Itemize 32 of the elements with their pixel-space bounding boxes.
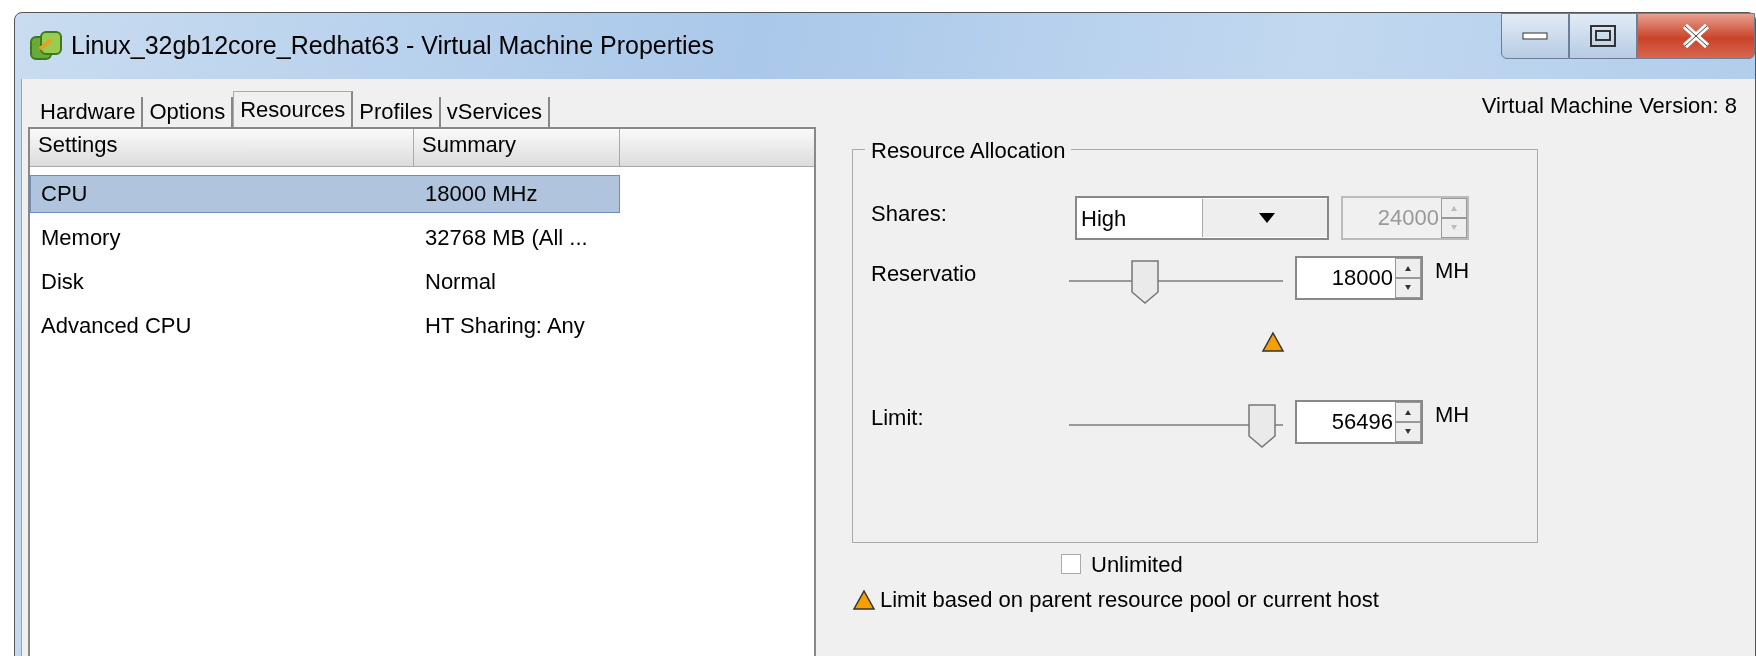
tab[interactable]: Resources [233, 91, 354, 127]
unit-label: MH [1435, 257, 1470, 285]
unlimited-checkbox[interactable] [1061, 554, 1081, 574]
note-text: Limit based on parent resource pool or current host [880, 586, 1379, 614]
close-button[interactable] [1637, 13, 1755, 59]
shares-dropdown[interactable]: High [1075, 196, 1329, 240]
settings-row[interactable]: Memory 32768 MB (All ... [30, 219, 620, 257]
field-label: Shares: [871, 200, 948, 228]
dropdown-arrow-icon [1258, 213, 1275, 223]
maximize-button[interactable] [1569, 13, 1637, 59]
version-label: Virtual Machine Version: 8 [1481, 91, 1737, 120]
column-header: Summary [414, 129, 620, 166]
minimize-button[interactable] [1501, 13, 1569, 59]
window-title: Linux_32gb12core_Redhat63 - Virtual Machine Properties [71, 30, 714, 62]
settings-row[interactable]: CPU 18000 MHz [30, 175, 620, 213]
field-label: Reservatio [871, 260, 978, 288]
settings-row[interactable]: Advanced CPU HT Sharing: Any [30, 307, 620, 345]
slider-thumb[interactable] [1247, 404, 1278, 448]
spin-field[interactable]: 18000 [1295, 256, 1423, 300]
spin-arrows-icon[interactable] [1395, 258, 1421, 298]
slider-thumb[interactable] [1129, 260, 1160, 304]
close-icon [1681, 23, 1711, 49]
settings-row[interactable]: Disk Normal [30, 263, 620, 301]
column-header: Settings [30, 129, 414, 166]
field-label: Limit: [871, 404, 925, 432]
unit-label: MH [1435, 401, 1470, 429]
maximize-icon [1590, 25, 1616, 47]
minimize-icon [1522, 32, 1548, 40]
app-logo-icon [29, 29, 63, 63]
spin-field[interactable]: 56496 [1295, 400, 1423, 444]
spin-arrows-icon[interactable] [1395, 402, 1421, 442]
checkbox-label: Unlimited [1091, 550, 1183, 579]
